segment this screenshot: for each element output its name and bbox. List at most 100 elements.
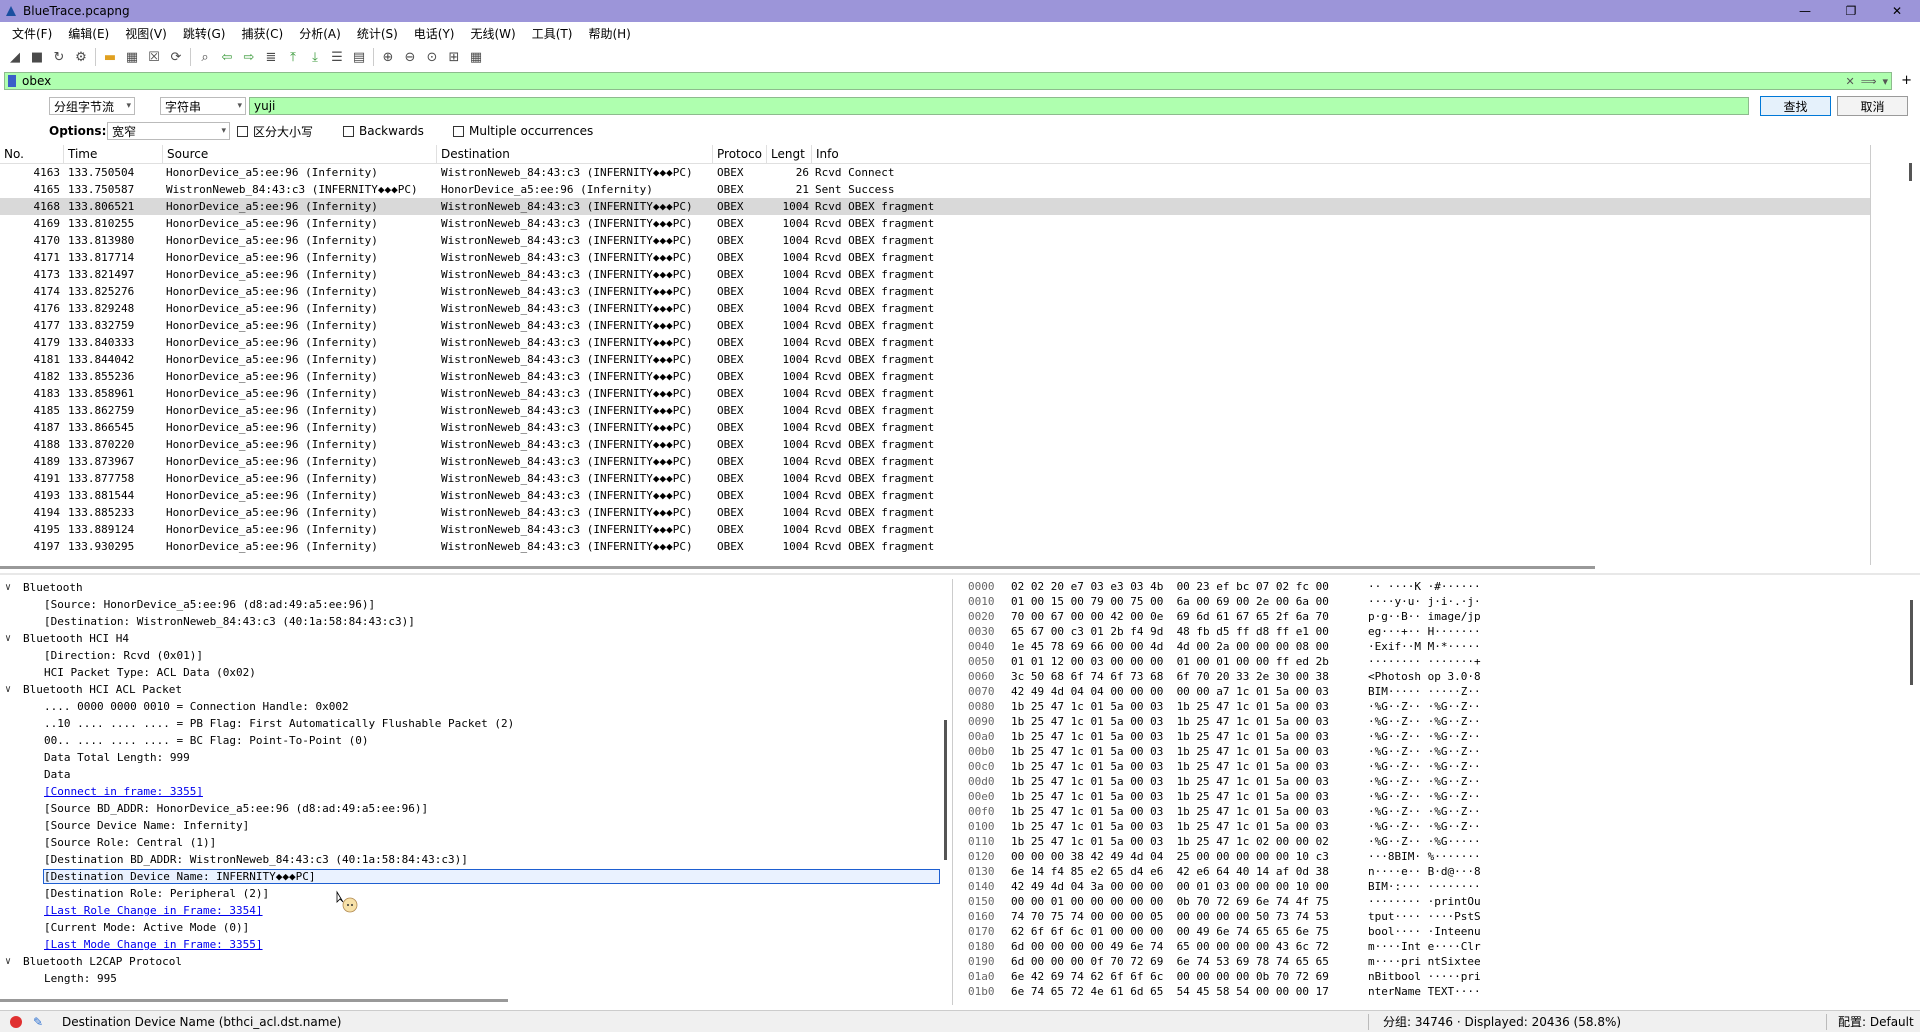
- bytes-hex[interactable]: 70 00 67 00 00 42 00 0e 69 6d 61 67 65 2…: [1011, 610, 1329, 623]
- menu-capture[interactable]: 捕获(C): [233, 25, 291, 42]
- bytes-ascii[interactable]: ·%G··Z·· ·%G··Z··: [1368, 820, 1481, 833]
- pane-splitter[interactable]: [0, 573, 1920, 575]
- column-time[interactable]: Time: [64, 145, 163, 164]
- bytes-hex[interactable]: 6e 74 65 72 4e 61 6d 65 54 45 58 54 00 0…: [1011, 985, 1329, 998]
- bytes-hex[interactable]: 6d 00 00 00 0f 70 72 69 6e 74 53 69 78 7…: [1011, 955, 1329, 968]
- menu-wireless[interactable]: 无线(W): [463, 25, 524, 42]
- zoom-normal-icon[interactable]: ⊙: [421, 46, 443, 68]
- bytes-ascii[interactable]: p·g··B·· image/jp: [1368, 610, 1481, 623]
- tree-field[interactable]: [Source Role: Central (1)]: [0, 834, 952, 851]
- bytes-ascii[interactable]: ·· ····K ·#······: [1368, 580, 1481, 593]
- bytes-ascii[interactable]: ········ ·printOu: [1368, 895, 1481, 908]
- details-scrollbar[interactable]: [944, 720, 947, 860]
- packet-row[interactable]: 4182 133.855236 HonorDevice_a5:ee:96 (Infe…: [0, 368, 1870, 385]
- bytes-hex[interactable]: 1b 25 47 1c 01 5a 00 03 1b 25 47 1c 01 5…: [1011, 745, 1329, 758]
- tree-field[interactable]: .... 0000 0000 0010 = Connection Handle:…: [0, 698, 952, 715]
- bytes-ascii[interactable]: nterName TEXT····: [1368, 985, 1481, 998]
- column-no[interactable]: No.: [0, 145, 64, 164]
- bytes-ascii[interactable]: ·%G··Z·· ·%G·····: [1368, 835, 1481, 848]
- bytes-ascii[interactable]: ·%G··Z·· ·%G··Z··: [1368, 745, 1481, 758]
- tree-field[interactable]: [Last Role Change in Frame: 3354]: [0, 902, 952, 919]
- bookmark-icon[interactable]: [8, 75, 16, 87]
- zoom-in-icon[interactable]: ⊕: [377, 46, 399, 68]
- packet-row[interactable]: 4173 133.821497 HonorDevice_a5:ee:96 (Infe…: [0, 266, 1870, 283]
- zoom-out-icon[interactable]: ⊖: [399, 46, 421, 68]
- tree-field[interactable]: [Connect in frame: 3355]: [0, 783, 952, 800]
- go-to-packet-icon[interactable]: ≣: [260, 46, 282, 68]
- bytes-ascii[interactable]: ········ ·······+: [1368, 655, 1481, 668]
- minimize-button[interactable]: —: [1782, 0, 1828, 22]
- bytes-hex[interactable]: 1b 25 47 1c 01 5a 00 03 1b 25 47 1c 01 5…: [1011, 805, 1329, 818]
- scrollbar-thumb[interactable]: [1909, 163, 1912, 181]
- tree-field[interactable]: [Destination Role: Peripheral (2)]: [0, 885, 952, 902]
- search-scope-select[interactable]: 分组字节流 ▾: [49, 97, 135, 115]
- menu-tools[interactable]: 工具(T): [524, 25, 581, 42]
- bytes-hex[interactable]: 1b 25 47 1c 01 5a 00 03 1b 25 47 1c 01 5…: [1011, 715, 1329, 728]
- bytes-hex[interactable]: 6e 42 69 74 62 6f 6f 6c 00 00 00 00 0b 7…: [1011, 970, 1329, 983]
- add-filter-button-icon[interactable]: +: [1901, 73, 1912, 88]
- packet-row[interactable]: 4176 133.829248 HonorDevice_a5:ee:96 (Infe…: [0, 300, 1870, 317]
- frame-link[interactable]: [Last Role Change in Frame: 3354]: [44, 904, 263, 917]
- packet-list-scrollbar[interactable]: [1870, 145, 1920, 565]
- menu-analyze[interactable]: 分析(A): [291, 25, 349, 42]
- bytes-hex[interactable]: 00 00 01 00 00 00 00 00 0b 70 72 69 6e 7…: [1011, 895, 1329, 908]
- case-sensitive-checkbox[interactable]: 区分大小写: [237, 123, 313, 140]
- bytes-ascii[interactable]: BIM·:··· ········: [1368, 880, 1481, 893]
- bytes-hex[interactable]: 1e 45 78 69 66 00 00 4d 4d 00 2a 00 00 0…: [1011, 640, 1329, 653]
- go-forward-icon[interactable]: ⇨: [238, 46, 260, 68]
- colorize-icon[interactable]: ▤: [348, 46, 370, 68]
- tree-field[interactable]: [Destination: WistronNeweb_84:43:c3 (40:…: [0, 613, 952, 630]
- packet-row[interactable]: 4168 133.806521 HonorDevice_a5:ee:96 (Infe…: [0, 198, 1870, 215]
- packet-row[interactable]: 4179 133.840333 HonorDevice_a5:ee:96 (Infe…: [0, 334, 1870, 351]
- close-file-icon[interactable]: ☒: [143, 46, 165, 68]
- bytes-hex[interactable]: 1b 25 47 1c 01 5a 00 03 1b 25 47 1c 01 5…: [1011, 820, 1329, 833]
- autoscroll-icon[interactable]: ☰: [326, 46, 348, 68]
- charset-select[interactable]: 宽窄 ▾: [107, 122, 230, 140]
- search-string-input[interactable]: yuji: [249, 97, 1749, 115]
- bytes-hex[interactable]: 01 01 12 00 03 00 00 00 01 00 01 00 00 f…: [1011, 655, 1329, 668]
- status-profile[interactable]: 配置: Default: [1838, 1013, 1914, 1030]
- tree-field[interactable]: [Last Mode Change in Frame: 3355]: [0, 936, 952, 953]
- last-packet-icon[interactable]: ⤓: [304, 46, 326, 68]
- tree-field[interactable]: [Source Device Name: Infernity]: [0, 817, 952, 834]
- packet-row[interactable]: 4193 133.881544 HonorDevice_a5:ee:96 (Infe…: [0, 487, 1870, 504]
- bytes-hex[interactable]: 02 02 20 e7 03 e3 03 4b 00 23 ef bc 07 0…: [1011, 580, 1329, 593]
- close-button[interactable]: ✕: [1874, 0, 1920, 22]
- bytes-ascii[interactable]: BIM····· ·····Z··: [1368, 685, 1481, 698]
- scrollbar-thumb[interactable]: [0, 566, 1595, 569]
- bytes-ascii[interactable]: n····e·· B·d@···8: [1368, 865, 1481, 878]
- bytes-hex[interactable]: 62 6f 6f 6c 01 00 00 00 00 49 6e 74 65 6…: [1011, 925, 1329, 938]
- bytes-ascii[interactable]: ·Exif··M M·*·····: [1368, 640, 1481, 653]
- tree-field[interactable]: [Source: HonorDevice_a5:ee:96 (d8:ad:49:…: [0, 596, 952, 613]
- tree-field[interactable]: [Source BD_ADDR: HonorDevice_a5:ee:96 (d…: [0, 800, 952, 817]
- tree-section[interactable]: ∨ Bluetooth HCI ACL Packet: [0, 681, 952, 698]
- bytes-ascii[interactable]: ·%G··Z·· ·%G··Z··: [1368, 760, 1481, 773]
- details-hscrollbar[interactable]: [0, 999, 508, 1002]
- bytes-ascii[interactable]: ·%G··Z·· ·%G··Z··: [1368, 775, 1481, 788]
- first-packet-icon[interactable]: ⤒: [282, 46, 304, 68]
- expand-chevron-icon[interactable]: ∨: [5, 633, 11, 644]
- bytes-hex[interactable]: 6e 14 f4 85 e2 65 d4 e6 42 e6 64 40 14 a…: [1011, 865, 1329, 878]
- tree-field[interactable]: Length: 995: [0, 970, 952, 987]
- bytes-ascii[interactable]: ·%G··Z·· ·%G··Z··: [1368, 700, 1481, 713]
- tree-field[interactable]: [Destination BD_ADDR: WistronNeweb_84:43…: [0, 851, 952, 868]
- tree-field[interactable]: Data: [0, 766, 952, 783]
- bytes-hex[interactable]: 1b 25 47 1c 01 5a 00 03 1b 25 47 1c 02 0…: [1011, 835, 1329, 848]
- bytes-hex[interactable]: 3c 50 68 6f 74 6f 73 68 6f 70 20 33 2e 3…: [1011, 670, 1329, 683]
- frame-link[interactable]: [Connect in frame: 3355]: [44, 785, 203, 798]
- tree-field[interactable]: Data Total Length: 999: [0, 749, 952, 766]
- filter-history-dropdown-icon[interactable]: ▾: [1879, 75, 1891, 88]
- bytes-ascii[interactable]: tput···· ····PstS: [1368, 910, 1481, 923]
- multiple-occurrences-checkbox[interactable]: Multiple occurrences: [453, 124, 593, 138]
- bytes-ascii[interactable]: ····y·u· j·i·.·j·: [1368, 595, 1481, 608]
- bytes-hex[interactable]: 00 00 00 38 42 49 4d 04 25 00 00 00 00 0…: [1011, 850, 1329, 863]
- search-type-select[interactable]: 字符串 ▾: [160, 97, 246, 115]
- packet-row[interactable]: 4174 133.825276 HonorDevice_a5:ee:96 (Infe…: [0, 283, 1870, 300]
- packet-row[interactable]: 4165 133.750587 WistronNeweb_84:43:c3 (INF…: [0, 181, 1870, 198]
- column-info[interactable]: Info: [812, 145, 1870, 164]
- bytes-hex[interactable]: 65 67 00 c3 01 2b f4 9d 48 fb d5 ff d8 f…: [1011, 625, 1329, 638]
- bytes-ascii[interactable]: ·%G··Z·· ·%G··Z··: [1368, 790, 1481, 803]
- bytes-scrollbar[interactable]: [1910, 600, 1913, 685]
- stop-icon[interactable]: ■: [26, 46, 48, 68]
- menu-edit[interactable]: 编辑(E): [60, 25, 117, 42]
